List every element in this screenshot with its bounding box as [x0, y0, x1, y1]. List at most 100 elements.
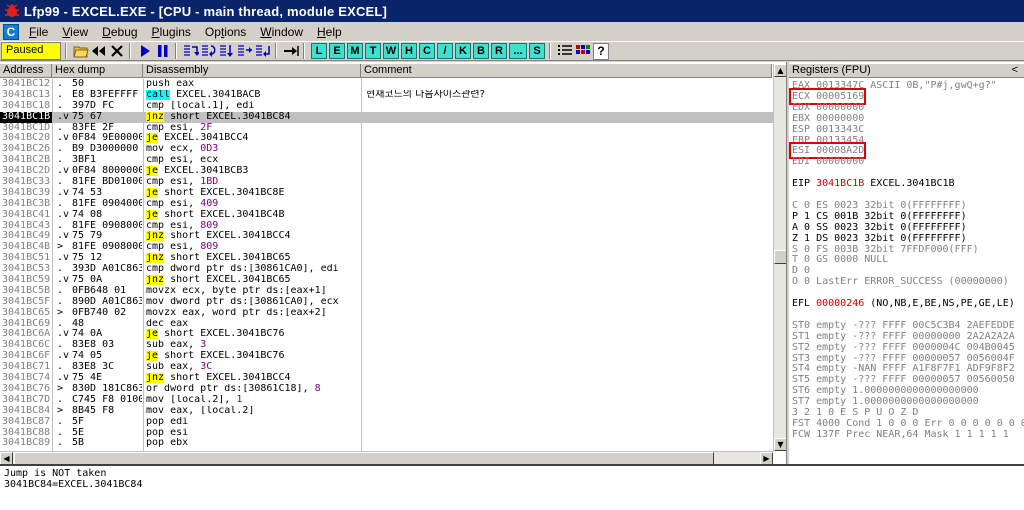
- window-button-s[interactable]: S: [529, 43, 545, 59]
- register-line[interactable]: ST4 empty -NAN FFFF A1F8F7F1 ADF9F8F2: [792, 363, 1015, 374]
- register-line[interactable]: ST6 empty 1.0000000000000000000: [792, 385, 979, 396]
- register-line[interactable]: 3 2 1 0 E S P U O Z D: [792, 407, 918, 418]
- disassembly-row[interactable]: 3041BC26. B9 D3000000 mov ecx, 0D3: [0, 144, 786, 155]
- list-icon[interactable]: [557, 43, 573, 60]
- trace-over-icon[interactable]: [237, 43, 253, 60]
- scroll-down-button[interactable]: ▼: [774, 438, 786, 451]
- disassembly-vertical-scrollbar[interactable]: ▲ ▼: [773, 64, 786, 451]
- disassembly-row[interactable]: 3041BC2D .v0F84 80000000 je EXCEL.3041BCB3: [0, 166, 786, 177]
- menu-plugins[interactable]: Plugins: [145, 25, 198, 39]
- disassembly-row[interactable]: 3041BC71. 83E8 3C sub eax, 3C: [0, 362, 786, 373]
- disassembly-row[interactable]: 3041BC20 .v0F84 9E000000 je EXCEL.3041BCC4: [0, 133, 786, 144]
- register-line[interactable]: EIP 3041BC1B EXCEL.3041BC1B: [792, 178, 955, 189]
- disassembly-row[interactable]: 3041BC7D. C745 F8 01000 mov [local.2], 1: [0, 395, 786, 406]
- disassembly-row[interactable]: 3041BC65 >0FB740 02 movzx eax, word ptr ds…: [0, 308, 786, 319]
- disassembly-row[interactable]: 3041BC59 .v 75 0A jnz short EXCEL.3041BC65: [0, 275, 786, 286]
- menu-view[interactable]: View: [55, 25, 95, 39]
- collapse-button[interactable]: <: [1012, 64, 1018, 77]
- cpu-window-icon[interactable]: C: [3, 23, 19, 40]
- disassembly-row[interactable]: 3041BC51 .v 75 12 jnz short EXCEL.3041BC65: [0, 253, 786, 264]
- rewind-icon[interactable]: [91, 43, 107, 60]
- column-header-comment[interactable]: Comment: [361, 64, 772, 78]
- disassembly-row[interactable]: 3041BC12. 50 push eax: [0, 79, 786, 90]
- step-over-icon[interactable]: [201, 43, 217, 60]
- disassembly-row[interactable]: 3041BC1D. 83FE 2F cmp esi, 2F: [0, 123, 786, 134]
- scroll-right-button[interactable]: ▶: [760, 452, 773, 464]
- window-button-k[interactable]: K: [455, 43, 471, 59]
- close-icon[interactable]: [109, 43, 125, 60]
- disassembly-row[interactable]: 3041BC43. 81FE 09080000 cmp esi, 809: [0, 221, 786, 232]
- window-button-l[interactable]: L: [311, 43, 327, 59]
- registers-header[interactable]: Registers (FPU) <: [789, 64, 1024, 78]
- register-line[interactable]: ST1 empty -??? FFFF 00000000 2A2A2A2A: [792, 331, 1015, 342]
- disassembly-row[interactable]: 3041BC13. E8 B3FEFFFF call EXCEL.3041BACB 현…: [0, 89, 786, 101]
- register-line[interactable]: P 1 CS 001B 32bit 0(FFFFFFFF): [792, 211, 967, 222]
- register-line[interactable]: ST5 empty -??? FFFF 00000057 00560050: [792, 374, 1015, 385]
- window-button-t[interactable]: T: [365, 43, 381, 59]
- menu-window[interactable]: Window: [253, 25, 310, 39]
- register-line[interactable]: ST7 empty 1.0000000000000000000: [792, 396, 979, 407]
- pause-icon[interactable]: [155, 43, 171, 60]
- window-button-b[interactable]: B: [473, 43, 489, 59]
- scroll-left-button[interactable]: ◀: [0, 452, 13, 464]
- register-line[interactable]: O 0 LastErr ERROR_SUCCESS (00000000): [792, 276, 1009, 287]
- register-line[interactable]: ST0 empty -??? FFFF 00C5C3B4 2AEFEDDE: [792, 320, 1015, 331]
- disassembly-row[interactable]: 3041BC1B .v 75 67 jnz short EXCEL.3041BC84: [0, 111, 786, 123]
- register-line[interactable]: ST3 empty -??? FFFF 00000057 0056004F: [792, 353, 1015, 364]
- disassembly-row[interactable]: 3041BC6A .v 74 0A je short EXCEL.3041BC76: [0, 329, 786, 340]
- disassembly-row[interactable]: 3041BC33. 81FE BD010000 cmp esi, 1BD: [0, 177, 786, 188]
- disassembly-row[interactable]: 3041BC5B. 0FB648 01 movzx ecx, byte ptr ds…: [0, 286, 786, 297]
- go-to-icon[interactable]: [283, 43, 299, 60]
- register-line[interactable]: FST 4000 Cond 1 0 0 0 Err 0 0 0 0 0 0 0: [792, 418, 1024, 429]
- disassembly-row[interactable]: 3041BC88. 5E pop esi: [0, 428, 786, 439]
- disassembly-row[interactable]: 3041BC2B. 3BF1 cmp esi, ecx: [0, 155, 786, 166]
- register-line[interactable]: A 0 SS 0023 32bit 0(FFFFFFFF): [792, 222, 967, 233]
- disassembly-horizontal-scrollbar[interactable]: ◀ ▶: [0, 451, 773, 464]
- disassembly-row[interactable]: 3041BC87. 5F pop edi: [0, 417, 786, 428]
- register-line[interactable]: EFL 00000246 (NO,NB,E,BE,NS,PE,GE,LE): [792, 298, 1015, 309]
- register-line[interactable]: FCW 137F Prec NEAR,64 Mask 1 1 1 1 1: [792, 429, 1009, 440]
- window-button-c[interactable]: C: [419, 43, 435, 59]
- open-icon[interactable]: [73, 43, 89, 60]
- menu-debug[interactable]: Debug: [95, 25, 144, 39]
- register-line[interactable]: ST2 empty -??? FFFF 0000004C 004B0045: [792, 342, 1015, 353]
- execute-till-return-icon[interactable]: [255, 43, 271, 60]
- disassembly-row[interactable]: 3041BC41 .v 74 08 je short EXCEL.3041BC4B: [0, 209, 786, 221]
- column-header-address[interactable]: Address: [0, 64, 52, 78]
- scroll-thumb[interactable]: [774, 250, 786, 264]
- trace-into-icon[interactable]: [219, 43, 235, 60]
- register-line[interactable]: T 0 GS 0000 NULL: [792, 254, 888, 265]
- column-header-disassembly[interactable]: Disassembly: [143, 64, 361, 78]
- disassembly-row[interactable]: 3041BC49 .v 75 79 jnz short EXCEL.3041BCC4: [0, 231, 786, 242]
- scroll-up-button[interactable]: ▲: [774, 64, 786, 77]
- grid-icon[interactable]: [575, 43, 591, 60]
- disassembly-row[interactable]: 3041BC84 >8B45 F8 mov eax, [local.2]: [0, 406, 786, 417]
- disassembly-row[interactable]: 3041BC53. 393D A01C8630 cmp dword ptr ds:[…: [0, 264, 786, 275]
- disassembly-row[interactable]: 3041BC69. 48 dec eax: [0, 319, 786, 330]
- register-line[interactable]: EDX 00000000: [792, 102, 864, 113]
- window-button-m[interactable]: M: [347, 43, 363, 59]
- register-line[interactable]: D 0: [792, 265, 810, 276]
- window-button-w[interactable]: W: [383, 43, 399, 59]
- window-button-h[interactable]: H: [401, 43, 417, 59]
- run-icon[interactable]: [137, 43, 153, 60]
- step-into-icon[interactable]: [183, 43, 199, 60]
- disassembly-row[interactable]: 3041BC6C. 83E8 03 sub eax, 3: [0, 340, 786, 351]
- disassembly-row[interactable]: 3041BC89. 5B pop ebx: [0, 438, 786, 449]
- help-icon[interactable]: ?: [593, 42, 609, 60]
- register-line[interactable]: ESP 0013343C: [792, 124, 864, 135]
- scroll-thumb[interactable]: [14, 452, 714, 464]
- disassembly-row[interactable]: 3041BC6F .v 74 05 je short EXCEL.3041BC76: [0, 351, 786, 362]
- register-line[interactable]: Z 1 DS 0023 32bit 0(FFFFFFFF): [792, 233, 967, 244]
- menu-file[interactable]: File: [22, 25, 55, 39]
- menu-options[interactable]: Options: [198, 25, 253, 39]
- register-line[interactable]: EBX 00000000: [792, 113, 864, 124]
- disassembly-row[interactable]: 3041BC3B. 81FE 09040000 cmp esi, 409: [0, 199, 786, 210]
- window-button-e[interactable]: E: [329, 43, 345, 59]
- window-button-dots[interactable]: ...: [509, 43, 527, 59]
- register-line[interactable]: EDI 00000000: [792, 156, 864, 167]
- menu-help[interactable]: Help: [310, 25, 349, 39]
- disassembly-row[interactable]: 3041BC74 .v 75 4E jnz short EXCEL.3041BCC4: [0, 373, 786, 384]
- window-button-slash[interactable]: /: [437, 43, 453, 59]
- disassembly-row[interactable]: 3041BC4B >81FE 09080000 cmp esi, 809: [0, 242, 786, 253]
